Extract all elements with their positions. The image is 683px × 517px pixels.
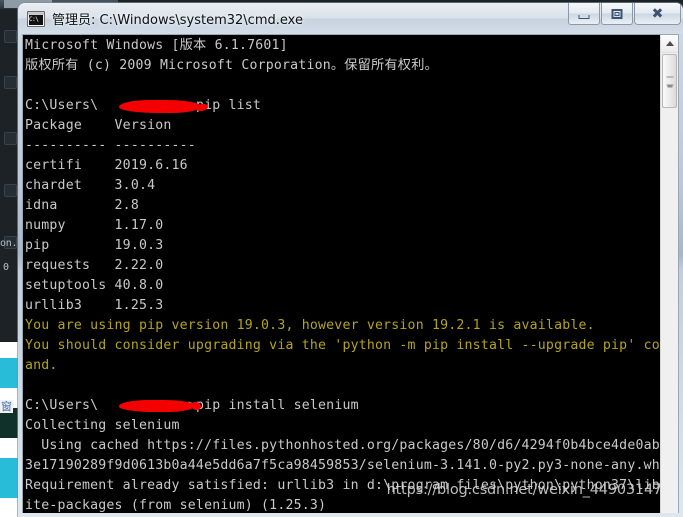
- console-line: Package Version: [25, 118, 172, 133]
- console-line: Using cached https://files.pythonhosted.…: [25, 438, 660, 453]
- minimize-button[interactable]: [568, 3, 600, 25]
- window-title: 管理员: C:\Windows\system32\cmd.exe: [52, 13, 303, 28]
- console-output[interactable]: Microsoft Windows [版本 6.1.7601] 版权所有 (c) …: [23, 35, 660, 513]
- console-line: urllib3 1.25.3: [25, 298, 164, 313]
- console-line: numpy 1.17.0: [25, 218, 164, 233]
- console-client-area: Microsoft Windows [版本 6.1.7601] 版权所有 (c) …: [22, 34, 679, 513]
- window-titlebar[interactable]: 管理员: C:\Windows\system32\cmd.exe ✖: [18, 3, 683, 34]
- background-mini-icon: [4, 30, 17, 43]
- console-line: setuptools 40.8.0: [25, 278, 164, 293]
- background-text-fragment: 0: [3, 262, 10, 273]
- console-line: pip 19.0.3: [25, 238, 164, 253]
- redaction-mark: [119, 400, 195, 412]
- background-mini-icon: [4, 132, 17, 145]
- console-line: idna 2.8: [25, 198, 139, 213]
- console-prompt-path: C:\Users\: [25, 398, 99, 413]
- background-icon-column: [2, 14, 18, 344]
- cmd-console-icon: [27, 10, 45, 27]
- scrollbar-thumb[interactable]: [662, 54, 677, 108]
- background-mini-icon: [4, 184, 17, 197]
- console-line: 版权所有 (c) 2009 Microsoft Corporation。保留所有…: [25, 58, 438, 73]
- restore-button[interactable]: [601, 3, 633, 25]
- minimize-icon: [578, 14, 590, 19]
- redaction-mark: [119, 100, 201, 113]
- console-line: chardet 3.0.4: [25, 178, 156, 193]
- background-color-bands-left: [0, 330, 18, 517]
- cmd-window: 管理员: C:\Windows\system32\cmd.exe ✖ Micro…: [18, 3, 683, 517]
- window-controls: ✖: [567, 3, 681, 25]
- console-command: >pip install selenium: [187, 398, 359, 413]
- console-line: certifi 2019.6.16: [25, 158, 188, 173]
- console-line: C:\Users\ >pip list: [25, 96, 660, 116]
- csdn-watermark: https://blog.csdn.net/weixin_44903147: [386, 482, 660, 498]
- console-line: You are using pip version 19.0.3, howeve…: [25, 318, 595, 333]
- restore-icon: [611, 8, 623, 19]
- console-line: 3e17190289f9d0613b0a44e5dd6a7f5ca9845985…: [25, 458, 660, 473]
- console-line: C:\Users\ >pip install selenium: [25, 396, 660, 416]
- close-icon: ✖: [651, 5, 664, 22]
- background-text-fragment: on.: [0, 238, 18, 249]
- console-line: requests 2.22.0: [25, 258, 164, 273]
- console-line-list: Microsoft Windows [版本 6.1.7601] 版权所有 (c) …: [25, 36, 660, 513]
- scroll-up-arrow[interactable]: [661, 35, 678, 53]
- console-prompt-path: C:\Users\: [25, 98, 99, 113]
- console-line: ---------- ----------: [25, 138, 196, 153]
- background-mini-icon: [4, 76, 17, 89]
- close-button[interactable]: ✖: [634, 3, 681, 25]
- console-line: ite-packages (from selenium) (1.25.3): [25, 498, 327, 513]
- console-line: Microsoft Windows [版本 6.1.7601]: [25, 38, 288, 53]
- background-cjk-fragment: 窗: [0, 400, 13, 413]
- console-scrollbar[interactable]: [660, 35, 678, 513]
- console-line: and.: [25, 358, 58, 373]
- console-line: You should consider upgrading via the 'p…: [25, 338, 660, 353]
- console-line: Collecting selenium: [25, 418, 180, 433]
